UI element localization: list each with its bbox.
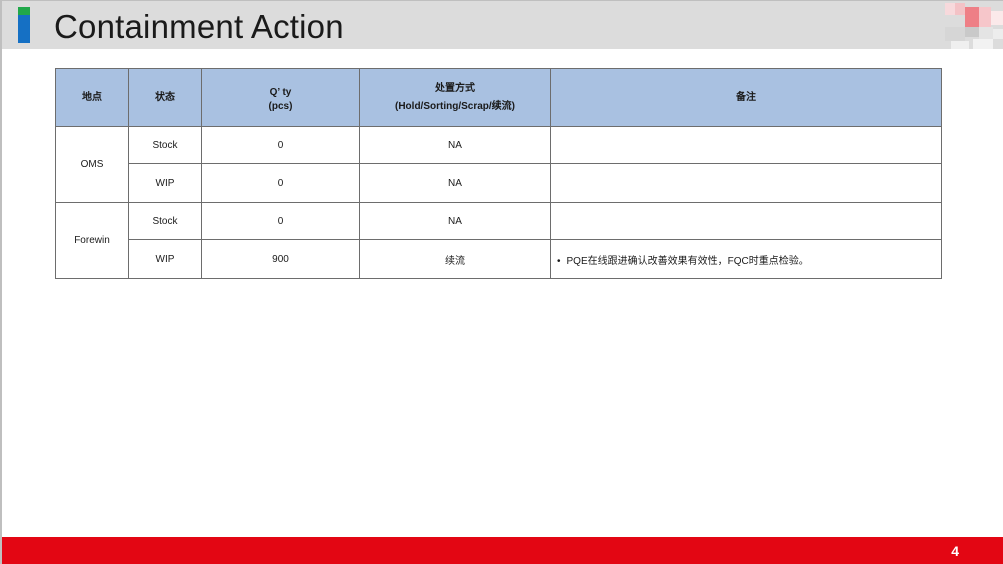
cell-location: Forewin	[55, 202, 129, 279]
table-header-row: 地点 状态 Q’ ty (pcs) 处置方式 (Hold/Sorting/Scr…	[55, 68, 942, 127]
table-row: Forewin Stock 0 NA	[55, 202, 942, 279]
cell-status: Stock	[128, 202, 202, 240]
slide: Containment Action 地点 状态 Q’ ty (pcs) 处置方…	[0, 0, 1003, 564]
header-method-line1: 处置方式	[435, 82, 475, 94]
cell-method: NA	[359, 202, 551, 240]
header-qty-line2: (pcs)	[268, 100, 293, 112]
cell-status: WIP	[128, 163, 202, 203]
header-remarks: 备注	[550, 68, 942, 127]
header-location: 地点	[55, 68, 129, 127]
cell-method: 续流	[359, 239, 551, 279]
header-qty-line1: Q’ ty	[269, 86, 292, 98]
remark-text: PQE在线跟进确认改善效果有效性，FQC时重点检验。	[566, 255, 809, 267]
cell-qty: 900	[201, 239, 360, 279]
cell-status: Stock	[128, 126, 202, 164]
containment-table-wrap: 地点 状态 Q’ ty (pcs) 处置方式 (Hold/Sorting/Scr…	[55, 68, 942, 279]
page-number: 4	[951, 543, 959, 559]
logo-icon	[943, 3, 1003, 49]
cell-qty: 0	[201, 126, 360, 164]
cell-qty: 0	[201, 202, 360, 240]
cell-location: OMS	[55, 126, 129, 203]
title-accent-green	[18, 7, 30, 15]
cell-remark	[550, 202, 942, 240]
cell-remark	[550, 163, 942, 203]
footer-bar: 4	[2, 537, 1003, 564]
title-bar: Containment Action	[2, 1, 1003, 49]
cell-method: NA	[359, 163, 551, 203]
header-method-line2: (Hold/Sorting/Scrap/续流)	[395, 100, 515, 112]
table-row: OMS Stock 0 NA	[55, 126, 942, 203]
cell-remark	[550, 126, 942, 164]
cell-method: NA	[359, 126, 551, 164]
table-row: WIP 0 NA	[56, 163, 942, 203]
cell-remark-bulleted: • PQE在线跟进确认改善效果有效性，FQC时重点检验。	[550, 239, 942, 279]
containment-table: 地点 状态 Q’ ty (pcs) 处置方式 (Hold/Sorting/Scr…	[55, 68, 942, 279]
bullet-icon: •	[557, 255, 561, 267]
slide-title: Containment Action	[54, 8, 344, 45]
header-qty: Q’ ty (pcs)	[201, 68, 360, 127]
cell-status: WIP	[128, 239, 202, 279]
cell-qty: 0	[201, 163, 360, 203]
header-method: 处置方式 (Hold/Sorting/Scrap/续流)	[359, 68, 551, 127]
table-row: WIP 900 续流 • PQE在线跟进确认改善效果有效性，FQC时重点检验。	[56, 239, 942, 279]
title-accent-blue	[18, 15, 30, 43]
header-status: 状态	[128, 68, 202, 127]
